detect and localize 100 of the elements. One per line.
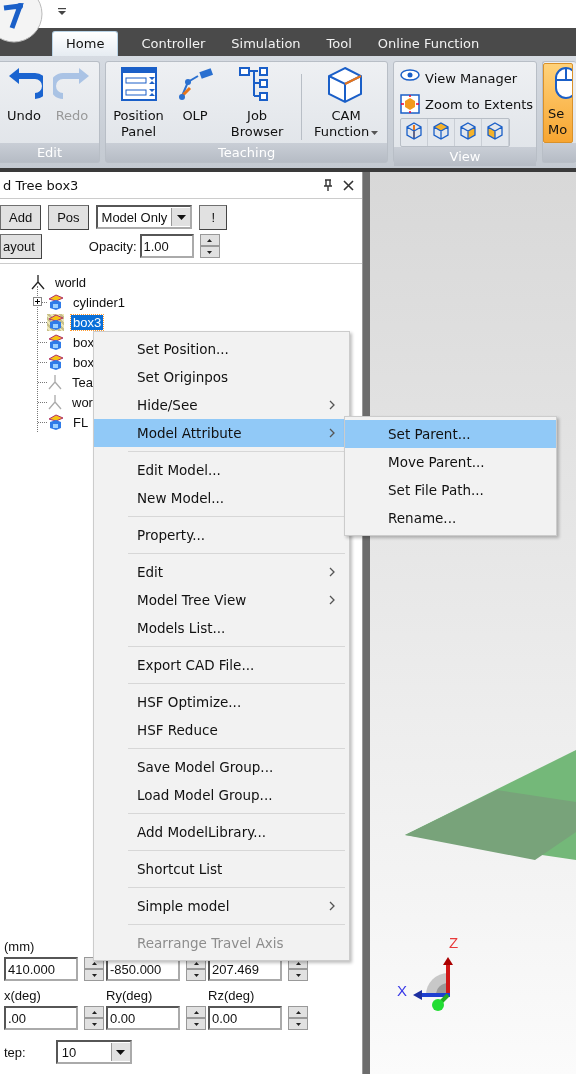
button-label: CAM Function <box>313 108 380 140</box>
up-arrow-icon <box>207 238 212 242</box>
menu-item[interactable]: Rename... <box>345 504 556 532</box>
spin-down-button[interactable] <box>84 1018 104 1030</box>
menu-item[interactable]: Move Parent... <box>345 448 556 476</box>
alert-button[interactable]: ! <box>199 204 228 230</box>
up-arrow-icon <box>193 1010 199 1014</box>
menu-item[interactable]: Simple model <box>94 892 349 920</box>
menu-item[interactable]: Model Tree View <box>94 586 349 614</box>
up-arrow-icon <box>91 961 97 965</box>
number-field[interactable]: 410.000 <box>4 957 78 981</box>
tree-item[interactable]: Tea <box>70 374 95 390</box>
ribbon-small-button[interactable]: Zoom to Extents <box>400 92 533 116</box>
step-label: tep: <box>4 1044 26 1060</box>
tree-item[interactable]: cylinder1 <box>71 294 128 310</box>
down-arrow-icon <box>295 1022 301 1026</box>
ribbon-button[interactable]: OLP <box>171 66 220 124</box>
model-icon <box>47 313 64 331</box>
group-label: Edit <box>0 143 99 162</box>
menu-item[interactable]: HSF Optimize... <box>94 688 349 716</box>
ribbon-button[interactable]: Undo <box>0 66 48 124</box>
model-icon <box>47 293 64 311</box>
menu-item[interactable]: HSF Reduce <box>94 716 349 744</box>
menu-item[interactable]: Models List... <box>94 614 349 642</box>
ribbon-small-button[interactable]: View Manager <box>400 66 533 90</box>
button-label: Undo <box>7 108 41 124</box>
ribbon-tab[interactable]: Controller <box>118 32 219 56</box>
opacity-field[interactable]: 1.00 <box>139 234 194 258</box>
spin-down-button[interactable] <box>186 969 206 981</box>
dropdown-caret-icon <box>371 130 379 135</box>
spin-up-button[interactable] <box>186 1006 206 1018</box>
spin-down-button[interactable] <box>199 246 220 258</box>
down-arrow-icon <box>91 973 97 977</box>
number-field[interactable]: 0.00 <box>106 1006 180 1030</box>
up-arrow-icon <box>193 961 199 965</box>
tree-item[interactable]: box3 <box>71 314 104 330</box>
field-label: (mm) <box>4 939 36 954</box>
menu-item[interactable]: Add ModelLibrary... <box>94 818 349 846</box>
axis-label: Z <box>449 935 459 950</box>
pin-icon <box>323 179 333 191</box>
down-arrow-icon <box>207 250 212 254</box>
ribbon-tab[interactable]: Online Function <box>364 32 493 56</box>
spin-down-button[interactable] <box>84 969 104 981</box>
menu-item[interactable]: Hide/See <box>94 391 349 419</box>
number-field[interactable]: 0.00 <box>208 1006 282 1030</box>
form-panel-icon <box>119 66 158 104</box>
group-label: View <box>394 147 536 166</box>
menu-item[interactable]: Set File Path... <box>345 476 556 504</box>
layout-button[interactable]: ayout <box>0 233 42 259</box>
spin-up-button[interactable] <box>288 1006 308 1018</box>
spin-down-button[interactable] <box>288 969 308 981</box>
button-label: Position Panel <box>112 108 165 140</box>
menu-item[interactable]: Set Parent... <box>345 420 556 448</box>
tree-item[interactable]: world <box>53 274 89 290</box>
model-icon <box>47 333 64 351</box>
menu-item[interactable]: Save Model Group... <box>94 753 349 781</box>
ribbon-tab[interactable]: Tool <box>313 32 365 56</box>
ribbon-button[interactable]: Job Browser <box>219 66 296 140</box>
filter-dropdown[interactable]: Model Only <box>95 205 193 229</box>
button-label: OLP <box>182 108 208 124</box>
ribbon-button[interactable]: CAM Function <box>308 66 385 140</box>
spin-up-button[interactable] <box>199 234 220 246</box>
tree-item[interactable]: FL <box>71 414 91 430</box>
ribbon-button[interactable]: Position Panel <box>106 66 172 140</box>
group-label: Teaching <box>106 143 388 162</box>
field-label: Ry(deg) <box>106 988 154 1003</box>
spin-up-button[interactable] <box>84 1006 104 1018</box>
expand-toggle[interactable] <box>33 297 42 306</box>
button-label: Se Mo <box>548 106 569 138</box>
wire-cube-icon <box>404 121 425 141</box>
down-arrow-icon <box>91 1022 97 1026</box>
field-label: x(deg) <box>4 988 42 1003</box>
toolbar-button[interactable]: Pos <box>48 204 89 230</box>
plus-icon <box>34 298 41 305</box>
menu-item[interactable]: Edit <box>94 558 349 586</box>
menu-item[interactable]: Set Originpos <box>94 363 349 391</box>
ribbon-tab[interactable]: Simulation <box>218 32 314 56</box>
dropdown-arrow-icon <box>176 214 186 220</box>
menu-item[interactable]: Shortcut List <box>94 855 349 883</box>
quick-access-caret-icon <box>58 8 66 16</box>
step-dropdown[interactable]: 10 <box>55 1040 132 1064</box>
close-icon <box>343 179 354 191</box>
spin-down-button[interactable] <box>186 1018 206 1030</box>
wire-cube-icon <box>458 121 479 141</box>
field-label: Rz(deg) <box>208 988 256 1003</box>
wire-cube-icon <box>485 121 506 141</box>
tree-item[interactable]: wor <box>70 394 95 410</box>
zoom-extents-icon <box>400 94 421 114</box>
tree-item[interactable]: box <box>71 354 96 370</box>
menu-item[interactable]: Set Position... <box>94 335 349 363</box>
down-arrow-icon <box>295 973 301 977</box>
toolbar-button[interactable]: Add <box>0 204 42 230</box>
opacity-label: Opacity: <box>88 238 137 254</box>
ribbon-tab[interactable]: Home <box>52 31 119 56</box>
menu-item[interactable]: Export CAD File... <box>94 651 349 679</box>
tree-item[interactable]: box <box>71 334 96 350</box>
menu-item[interactable]: Load Model Group... <box>94 781 349 809</box>
ribbon-button[interactable]: Se Mo <box>543 63 573 143</box>
spin-down-button[interactable] <box>288 1018 308 1030</box>
number-field[interactable]: .00 <box>4 1006 78 1030</box>
